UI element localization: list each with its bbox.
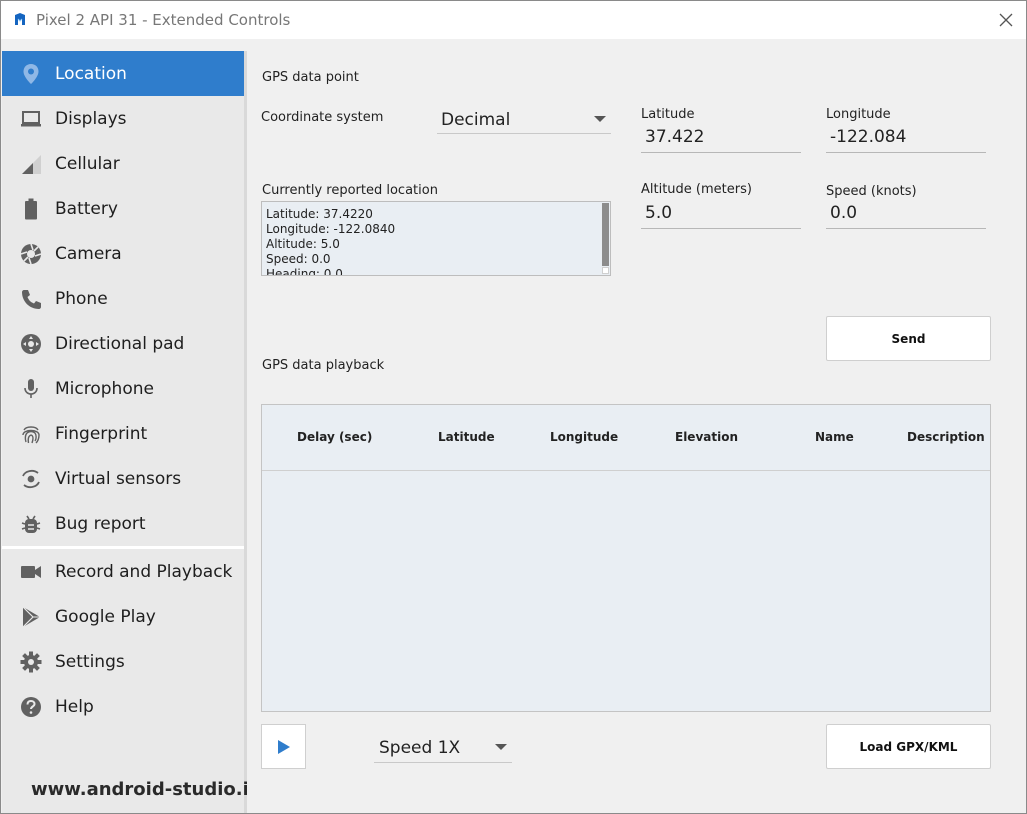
scrollbar-corner <box>602 267 609 274</box>
reported-line: Speed: 0.0 <box>266 252 331 266</box>
dpad-icon <box>19 332 43 356</box>
column-header-description[interactable]: Description <box>907 430 985 444</box>
sidebar-item-label: Bug report <box>55 513 146 534</box>
sidebar-item-label: Google Play <box>55 606 156 627</box>
reported-line: Altitude: 5.0 <box>266 237 340 251</box>
sidebar-item-virtual-sensors[interactable]: Virtual sensors <box>2 456 244 501</box>
sidebar-item-label: Microphone <box>55 378 154 399</box>
altitude-field[interactable]: 5.0 <box>641 203 801 229</box>
battery-icon <box>19 197 43 221</box>
reported-line: Longitude: -122.0840 <box>266 222 396 236</box>
sidebar-item-label: Record and Playback <box>55 561 233 582</box>
sidebar-item-label: Phone <box>55 288 108 309</box>
phone-icon <box>19 287 43 311</box>
sidebar-item-label: Battery <box>55 198 118 219</box>
location-pin-icon <box>19 62 43 86</box>
sidebar-item-fingerprint[interactable]: Fingerprint <box>2 411 244 456</box>
send-button[interactable]: Send <box>826 316 991 361</box>
fingerprint-icon <box>19 422 43 446</box>
play-button[interactable] <box>261 724 306 769</box>
sidebar-item-bug-report[interactable]: Bug report <box>2 501 244 546</box>
title-bar: Pixel 2 API 31 - Extended Controls <box>1 1 1026 39</box>
sidebar-item-displays[interactable]: Displays <box>2 96 244 141</box>
playback-speed-value: Speed 1X <box>379 738 461 758</box>
column-header-latitude[interactable]: Latitude <box>438 430 495 444</box>
sidebar-item-battery[interactable]: Battery <box>2 186 244 231</box>
sidebar-item-location[interactable]: Location <box>2 51 244 96</box>
sidebar-item-camera[interactable]: Camera <box>2 231 244 276</box>
altitude-label: Altitude (meters) <box>641 182 752 197</box>
close-button[interactable] <box>991 6 1021 34</box>
coordinate-system-dropdown[interactable]: Decimal <box>437 105 611 134</box>
close-icon <box>999 13 1013 27</box>
playback-table: Delay (sec) Latitude Longitude Elevation… <box>261 404 991 712</box>
reported-location-label: Currently reported location <box>262 183 438 198</box>
coordinate-system-label: Coordinate system <box>261 110 384 125</box>
emulator-app-icon <box>14 12 26 26</box>
sidebar-item-label: Fingerprint <box>55 423 148 444</box>
videocam-icon <box>19 560 43 584</box>
play-icon <box>277 739 290 754</box>
load-gpx-kml-button[interactable]: Load GPX/KML <box>826 724 991 769</box>
column-header-longitude[interactable]: Longitude <box>550 430 618 444</box>
speed-field[interactable]: 0.0 <box>826 203 986 229</box>
scrollbar-thumb[interactable] <box>602 203 609 266</box>
longitude-label: Longitude <box>826 107 891 122</box>
signal-icon <box>19 152 43 176</box>
column-header-elevation[interactable]: Elevation <box>675 430 738 444</box>
sidebar-item-phone[interactable]: Phone <box>2 276 244 321</box>
latitude-field[interactable]: 37.422 <box>641 127 801 153</box>
table-header: Delay (sec) Latitude Longitude Elevation… <box>262 405 990 471</box>
column-header-delay[interactable]: Delay (sec) <box>297 430 372 444</box>
camera-shutter-icon <box>19 242 43 266</box>
sidebar-item-record-and-playback[interactable]: Record and Playback <box>2 549 244 594</box>
chevron-down-icon <box>594 116 606 122</box>
help-icon <box>19 695 43 719</box>
chevron-down-icon <box>495 744 507 750</box>
column-header-name[interactable]: Name <box>815 430 854 444</box>
microphone-icon <box>19 377 43 401</box>
sidebar-item-label: Virtual sensors <box>55 468 182 489</box>
sidebar-item-label: Cellular <box>55 153 120 174</box>
reported-location-box[interactable]: Latitude: 37.4220 Longitude: -122.0840 A… <box>261 201 611 276</box>
gear-icon <box>19 650 43 674</box>
coordinate-system-value: Decimal <box>441 110 511 130</box>
longitude-field[interactable]: -122.084 <box>826 127 986 153</box>
sidebar-item-label: Camera <box>55 243 122 264</box>
sidebar: Location Displays Cellular Battery Camer… <box>2 51 244 813</box>
sidebar-item-label: Location <box>55 63 127 84</box>
reported-line: Heading: 0.0 <box>266 267 343 276</box>
sidebar-item-label: Displays <box>55 108 127 129</box>
bug-icon <box>19 512 43 536</box>
extended-controls-window: Pixel 2 API 31 - Extended Controls Locat… <box>0 0 1027 814</box>
window-title: Pixel 2 API 31 - Extended Controls <box>36 11 291 29</box>
sidebar-item-help[interactable]: Help <box>2 684 244 729</box>
laptop-icon <box>19 107 43 131</box>
sidebar-item-label: Directional pad <box>55 333 185 354</box>
latitude-label: Latitude <box>641 107 695 122</box>
sidebar-item-google-play[interactable]: Google Play <box>2 594 244 639</box>
sidebar-item-directional-pad[interactable]: Directional pad <box>2 321 244 366</box>
sidebar-item-settings[interactable]: Settings <box>2 639 244 684</box>
sidebar-item-label: Help <box>55 696 94 717</box>
reported-line: Latitude: 37.4220 <box>266 207 373 221</box>
sidebar-item-cellular[interactable]: Cellular <box>2 141 244 186</box>
sidebar-item-label: Settings <box>55 651 125 672</box>
rotate-device-icon <box>19 467 43 491</box>
gps-data-point-title: GPS data point <box>262 70 359 85</box>
speed-label: Speed (knots) <box>826 184 917 199</box>
sidebar-item-microphone[interactable]: Microphone <box>2 366 244 411</box>
location-panel: GPS data point Coordinate system Decimal… <box>247 39 1026 813</box>
play-store-icon <box>19 605 43 629</box>
playback-speed-dropdown[interactable]: Speed 1X <box>374 732 512 763</box>
watermark-text: www.android-studio.ir <box>31 779 258 800</box>
gps-data-playback-title: GPS data playback <box>262 358 385 373</box>
